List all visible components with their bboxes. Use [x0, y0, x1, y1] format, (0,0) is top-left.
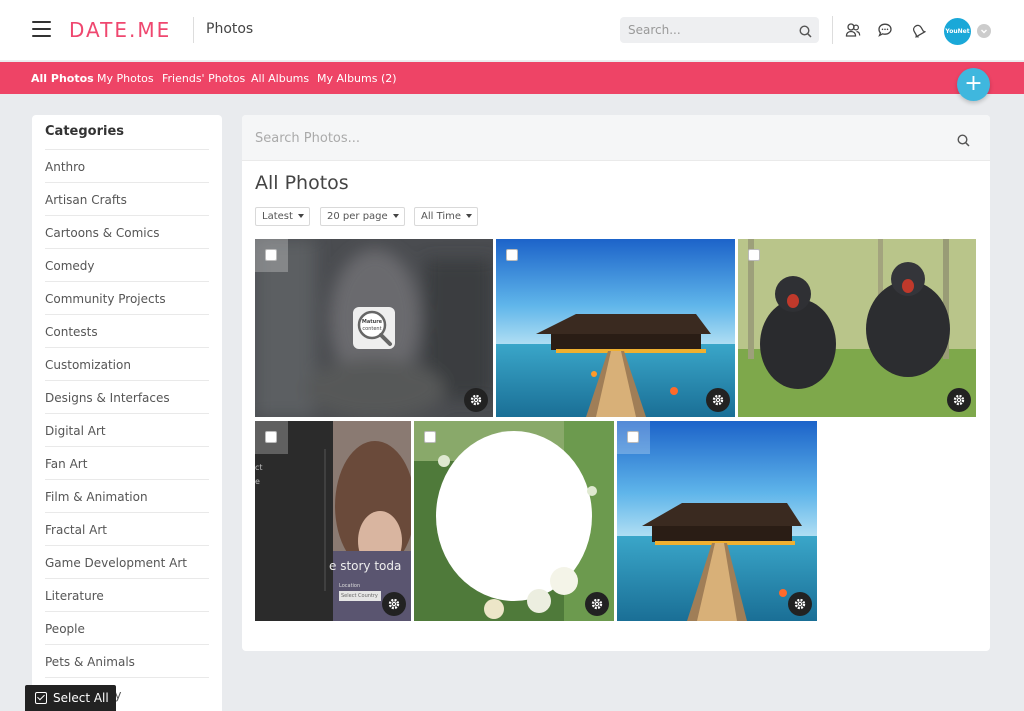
category-item[interactable]: Fan Art	[45, 446, 209, 479]
floral-frame-photo	[414, 421, 614, 621]
category-item[interactable]: Fractal Art	[45, 512, 209, 545]
category-item[interactable]: Digital Art	[45, 413, 209, 446]
photo-item[interactable]	[617, 421, 817, 621]
search-icon[interactable]	[957, 132, 970, 151]
tab-my-photos[interactable]: My Photos	[97, 72, 154, 85]
gear-icon[interactable]	[947, 388, 971, 412]
menu-icon[interactable]	[32, 21, 51, 37]
mature-content-icon: Mature content	[353, 307, 395, 349]
photo-item[interactable]	[414, 421, 614, 621]
categories-sidebar: Categories Anthro Artisan Crafts Cartoon…	[32, 115, 222, 711]
photo-item[interactable]: ct e e story toda Location Select Countr…	[255, 421, 411, 621]
checkbox-icon	[35, 692, 47, 704]
category-item[interactable]: Designs & Interfaces	[45, 380, 209, 413]
search-icon[interactable]	[799, 23, 812, 42]
category-item[interactable]: People	[45, 611, 209, 644]
category-item[interactable]: Community Projects	[45, 281, 209, 314]
mature-label: content	[362, 326, 382, 332]
site-logo[interactable]: DATE.ME	[69, 18, 171, 42]
gorillas-photo	[738, 239, 976, 417]
divider	[832, 16, 833, 44]
caret-down-icon	[466, 214, 473, 218]
category-item[interactable]: Customization	[45, 347, 209, 380]
photos-panel: All Photos Latest 20 per page All Time M…	[242, 115, 990, 651]
category-item[interactable]: Cartoons & Comics	[45, 215, 209, 248]
sort-value: Latest	[262, 211, 293, 222]
resort-photo	[496, 239, 735, 417]
header-search-input[interactable]	[628, 22, 788, 38]
friends-icon[interactable]	[845, 22, 861, 38]
tab-friends-photos[interactable]: Friends' Photos	[162, 72, 245, 85]
section-title: All Photos	[255, 172, 349, 194]
category-item[interactable]: Anthro	[45, 149, 209, 182]
tab-my-albums[interactable]: My Albums (2)	[317, 72, 397, 85]
photos-subnav: All Photos My Photos Friends' Photos All…	[0, 62, 1024, 94]
category-item[interactable]: Comedy	[45, 248, 209, 281]
page-title: Photos	[206, 21, 254, 37]
time-dropdown[interactable]: All Time	[414, 207, 479, 226]
category-item[interactable]: Artisan Crafts	[45, 182, 209, 215]
screenshot-text: Location	[339, 583, 361, 589]
screenshot-text: Select Country	[341, 593, 378, 599]
sort-dropdown[interactable]: Latest	[255, 207, 310, 226]
gear-icon[interactable]	[788, 592, 812, 616]
time-value: All Time	[421, 211, 462, 222]
avatar[interactable]: YouNet	[944, 18, 971, 45]
header-search-box	[620, 17, 819, 43]
per-page-value: 20 per page	[327, 211, 388, 222]
per-page-dropdown[interactable]: 20 per page	[320, 207, 405, 226]
sidebar-title: Categories	[45, 124, 125, 139]
select-all-button[interactable]: Select All	[25, 685, 116, 711]
tab-all-photos[interactable]: All Photos	[31, 72, 94, 85]
gear-icon[interactable]	[382, 592, 406, 616]
photo-search-bar	[242, 115, 990, 161]
tab-all-albums[interactable]: All Albums	[251, 72, 309, 85]
select-checkbox[interactable]	[748, 249, 760, 261]
divider	[193, 17, 194, 43]
gear-icon[interactable]	[585, 592, 609, 616]
category-item[interactable]: Film & Animation	[45, 479, 209, 512]
category-item[interactable]: Game Development Art	[45, 545, 209, 578]
chevron-down-icon[interactable]	[977, 24, 991, 38]
mature-label: Mature	[361, 319, 383, 325]
add-photo-button[interactable]: +	[957, 68, 990, 101]
photo-item[interactable]	[738, 239, 976, 417]
gear-icon[interactable]	[464, 388, 488, 412]
photo-item[interactable]	[496, 239, 735, 417]
category-item[interactable]: Contests	[45, 314, 209, 347]
select-all-label: Select All	[53, 691, 109, 705]
select-checkbox[interactable]	[627, 431, 639, 443]
category-item[interactable]: Pets & Animals	[45, 644, 209, 677]
caret-down-icon	[297, 214, 304, 218]
select-checkbox[interactable]	[506, 249, 518, 261]
screenshot-text: e	[255, 477, 260, 486]
screenshot-text: e story toda	[329, 559, 402, 573]
gear-icon[interactable]	[706, 388, 730, 412]
category-item[interactable]: Literature	[45, 578, 209, 611]
select-checkbox[interactable]	[265, 249, 277, 261]
top-header: DATE.ME Photos YouNet	[0, 0, 1024, 61]
chat-icon[interactable]	[877, 22, 893, 38]
photo-search-input[interactable]	[255, 129, 935, 147]
select-checkbox[interactable]	[265, 431, 277, 443]
caret-down-icon	[392, 214, 399, 218]
bell-icon[interactable]	[910, 22, 927, 39]
screenshot-text: ct	[255, 463, 263, 472]
select-checkbox[interactable]	[424, 431, 436, 443]
photo-item[interactable]: Mature content	[255, 239, 493, 417]
